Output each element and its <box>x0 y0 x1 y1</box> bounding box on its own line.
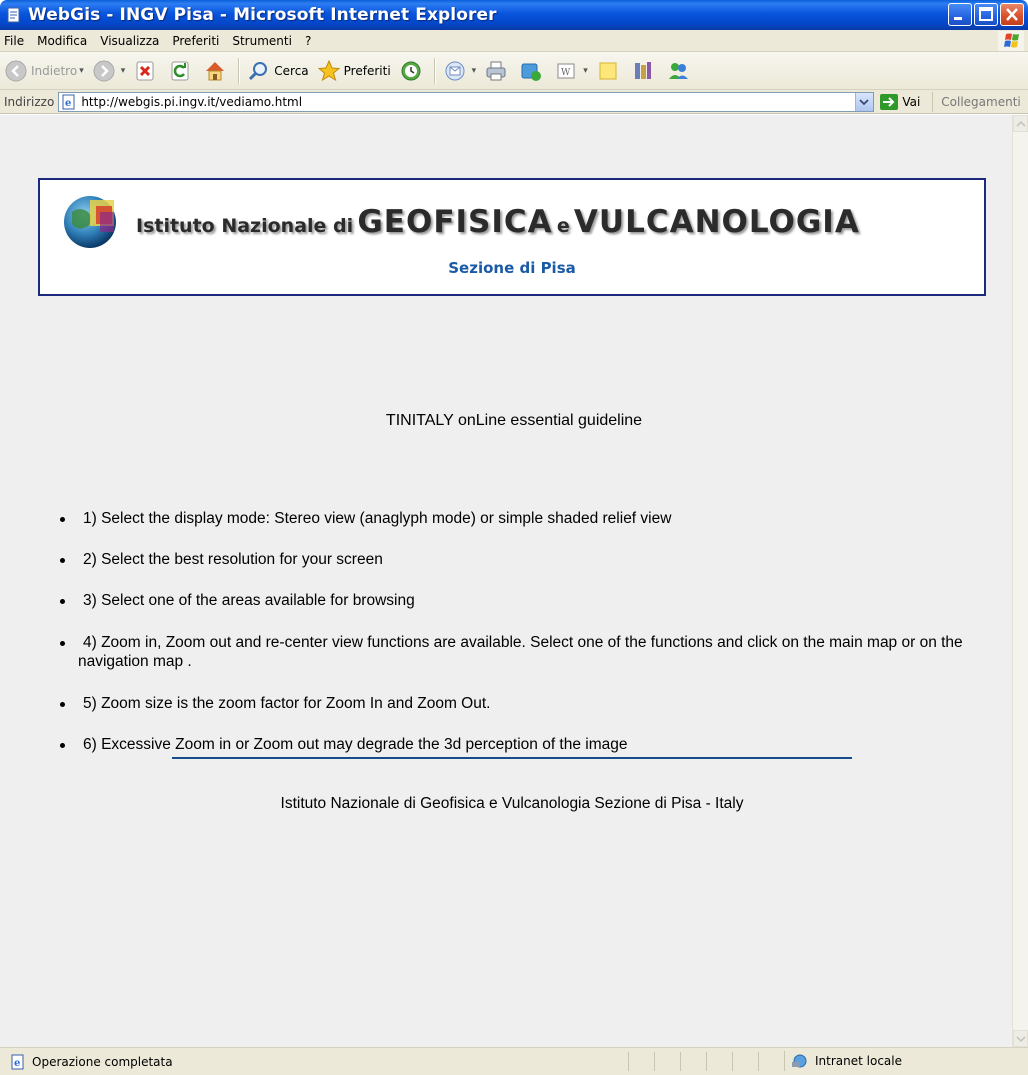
banner-subtitle: Sezione di Pisa <box>448 259 576 277</box>
go-arrow-icon <box>880 93 899 110</box>
address-url: http://webgis.pi.ingv.it/vediamo.html <box>81 94 303 109</box>
refresh-button[interactable] <box>164 56 199 86</box>
back-button[interactable]: Indietro ▾ <box>0 56 88 86</box>
contacts-icon <box>668 62 688 79</box>
status-text: Operazione completata <box>32 1054 173 1069</box>
footer-text: Istituto Nazionale di Geofisica e Vulcan… <box>280 795 744 812</box>
status-bar: e Operazione completata Intranet locale <box>0 1047 1028 1075</box>
address-input[interactable]: e http://webgis.pi.ingv.it/vediamo.html <box>58 91 875 112</box>
forward-button[interactable]: ▾ <box>88 56 130 86</box>
back-arrow-icon <box>5 60 27 81</box>
search-button[interactable]: Cerca <box>243 56 312 86</box>
chevron-down-icon: ▾ <box>583 65 588 76</box>
printer-icon <box>486 61 506 80</box>
banner-title-part4: VULCANOLOGIA <box>573 204 860 240</box>
mail-button[interactable]: ▾ <box>439 56 481 86</box>
go-label: Vai <box>902 94 921 109</box>
status-cell <box>706 1052 732 1071</box>
svg-text:e: e <box>65 98 71 109</box>
intranet-globe-icon <box>792 1054 807 1068</box>
svg-text:W: W <box>561 68 571 78</box>
window-titlebar[interactable]: WebGis - INGV Pisa - Microsoft Internet … <box>0 0 1028 30</box>
banner-title-part2: GEOFISICA <box>357 204 553 240</box>
window-title: WebGis - INGV Pisa - Microsoft Internet … <box>28 5 497 25</box>
address-label: Indirizzo <box>4 94 55 109</box>
svg-text:e: e <box>14 1058 20 1069</box>
menu-visualizza[interactable]: Visualizza <box>94 34 166 48</box>
zone-label: Intranet locale <box>815 1054 902 1068</box>
chevron-down-icon: ▾ <box>79 65 84 76</box>
word-icon: W <box>557 63 575 78</box>
banner-title: Istituto Nazionale di GEOFISICA e VULCAN… <box>136 204 860 240</box>
links-button[interactable]: Collegamenti <box>932 91 1021 112</box>
address-bar: Indirizzo e http://webgis.pi.ingv.it/ved… <box>0 90 1028 114</box>
scroll-down-button[interactable] <box>1013 1030 1028 1047</box>
menu-file[interactable]: File <box>0 34 31 48</box>
maximize-button[interactable] <box>974 3 998 26</box>
guideline-title: TINITALY onLine essential guideline <box>385 412 643 429</box>
list-item: 1) Select the display mode: Stereo view … <box>56 509 996 528</box>
messenger-button[interactable] <box>515 56 550 86</box>
vertical-scrollbar[interactable] <box>1012 115 1028 1047</box>
ingv-banner: Istituto Nazionale di GEOFISICA e VULCAN… <box>38 178 986 296</box>
list-item: 6) Excessive Zoom in or Zoom out may deg… <box>56 735 996 754</box>
history-icon <box>401 61 421 80</box>
history-button[interactable] <box>395 56 430 86</box>
security-zone[interactable]: Intranet locale <box>784 1051 994 1071</box>
ingv-globe-logo <box>64 196 116 248</box>
edit-word-button[interactable]: W ▾ <box>550 56 592 86</box>
go-button[interactable]: Vai <box>880 93 921 110</box>
footer-divider <box>172 757 852 759</box>
favorites-label: Preferiti <box>343 63 391 78</box>
menu-preferiti[interactable]: Preferiti <box>166 34 226 48</box>
ie-page-icon <box>7 7 20 23</box>
standard-toolbar: Indietro ▾ ▾ Cerca Preferiti ▾ W ▾ <box>0 52 1028 90</box>
forward-arrow-icon <box>93 60 115 81</box>
ie-page-icon: e <box>62 94 75 109</box>
status-cell <box>732 1052 758 1071</box>
list-item: 3) Select one of the areas available for… <box>56 591 996 610</box>
note-icon <box>599 62 617 79</box>
back-label: Indietro <box>31 63 78 78</box>
page-content: Istituto Nazionale di GEOFISICA e VULCAN… <box>0 115 1012 1047</box>
list-item: 2) Select the best resolution for your s… <box>56 550 996 569</box>
messenger-icon <box>521 63 542 81</box>
banner-title-part3: e <box>556 215 570 237</box>
chevron-down-icon: ▾ <box>471 65 477 76</box>
research-books-icon <box>634 61 651 79</box>
favorites-star-icon <box>317 59 340 81</box>
menu-strumenti[interactable]: Strumenti <box>226 34 299 48</box>
minimize-button[interactable] <box>948 3 972 26</box>
stop-icon <box>136 61 154 80</box>
refresh-icon <box>171 61 189 80</box>
close-button[interactable] <box>1000 3 1024 26</box>
research-button[interactable] <box>627 56 662 86</box>
contacts-button[interactable] <box>662 56 697 86</box>
print-button[interactable] <box>480 56 515 86</box>
status-cell <box>628 1052 654 1071</box>
banner-title-part1: Istituto Nazionale di <box>136 215 354 237</box>
mail-icon <box>445 61 465 80</box>
home-icon <box>206 61 225 80</box>
favorites-button[interactable]: Preferiti <box>313 56 395 86</box>
windows-logo-icon <box>998 31 1024 51</box>
list-item: 5) Zoom size is the zoom factor for Zoom… <box>56 694 996 713</box>
menu-bar: File Modifica Visualizza Preferiti Strum… <box>0 30 1028 52</box>
status-cell <box>758 1052 784 1071</box>
search-label: Cerca <box>274 63 309 78</box>
address-dropdown-button[interactable] <box>855 92 874 111</box>
scroll-up-button[interactable] <box>1013 115 1028 132</box>
notes-button[interactable] <box>592 56 627 86</box>
list-item: 4) Zoom in, Zoom out and re-center view … <box>56 633 996 671</box>
ie-page-icon: e <box>11 1054 24 1069</box>
menu-modifica[interactable]: Modifica <box>31 34 94 48</box>
search-icon <box>249 61 268 80</box>
status-cell <box>654 1052 680 1071</box>
status-cell <box>680 1052 706 1071</box>
stop-button[interactable] <box>129 56 164 86</box>
guideline-list: 1) Select the display mode: Stereo view … <box>56 509 996 754</box>
menu-help[interactable]: ? <box>299 34 318 48</box>
chevron-down-icon: ▾ <box>120 65 126 76</box>
home-button[interactable] <box>199 56 234 86</box>
